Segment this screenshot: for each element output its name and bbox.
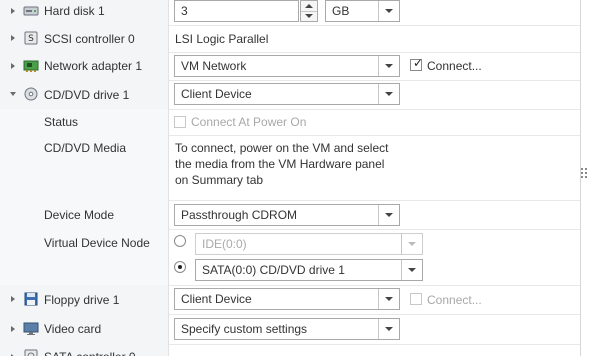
virtual-device-node-label: Virtual Device Node: [44, 236, 150, 250]
hard-disk-row: Hard disk 1 3 GB: [0, 0, 580, 26]
cd-dvd-media-row: CD/DVD Media To connect, power on the VM…: [0, 135, 580, 201]
device-mode-label: Device Mode: [44, 207, 115, 222]
floppy-drive-label: Floppy drive 1: [44, 292, 120, 307]
disk-size-stepper[interactable]: [300, 0, 318, 22]
sata-radio[interactable]: [174, 261, 186, 273]
network-select[interactable]: VM Network: [174, 55, 400, 77]
expand-arrow-icon[interactable]: [11, 8, 15, 14]
network-adapter-icon: [23, 60, 39, 72]
vm-hardware-settings-panel: Hard disk 1 3 GB S SCSI controller 0 LSI: [0, 0, 581, 356]
cd-dvd-select[interactable]: Client Device: [174, 83, 400, 105]
scsi-controller-value: LSI Logic Parallel: [175, 31, 269, 46]
device-mode-select[interactable]: Passthrough CDROM: [174, 204, 400, 226]
cd-dvd-row: CD/DVD drive 1 Client Device: [0, 80, 580, 110]
svg-text:S: S: [28, 34, 34, 44]
collapse-arrow-icon[interactable]: [10, 92, 16, 96]
scsi-controller-label: SCSI controller 0: [44, 31, 135, 46]
disk-unit-select[interactable]: GB: [325, 0, 400, 22]
video-card-row: Video card Specify custom settings: [0, 314, 580, 345]
ide-node-select[interactable]: IDE(0:0): [195, 233, 423, 255]
expand-arrow-icon[interactable]: [11, 35, 15, 41]
hard-disk-icon: [23, 6, 39, 16]
scsi-controller-icon: S: [24, 31, 38, 45]
chevron-down-icon[interactable]: [378, 319, 399, 339]
chevron-down-icon[interactable]: [378, 205, 399, 225]
network-connect-label: Connect...: [427, 59, 482, 73]
floppy-drive-row: Floppy drive 1 Client Device Connect...: [0, 285, 580, 315]
expand-arrow-icon[interactable]: [11, 326, 15, 332]
cd-dvd-media-label: CD/DVD Media: [44, 141, 127, 155]
disk-size-input[interactable]: 3: [174, 0, 299, 22]
sata-node-select[interactable]: SATA(0:0) CD/DVD drive 1: [195, 259, 423, 281]
status-row: Status Connect At Power On: [0, 109, 580, 136]
scsi-controller-row: S SCSI controller 0 LSI Logic Parallel: [0, 25, 580, 53]
cd-dvd-media-info: To connect, power on the VM and select t…: [175, 141, 389, 187]
video-card-label: Video card: [44, 322, 102, 336]
panel-resize-handle[interactable]: [581, 168, 589, 180]
virtual-device-node-row: Virtual Device Node IDE(0:0) SATA(0:0) C…: [0, 229, 580, 286]
status-label: Status: [44, 115, 79, 129]
expand-arrow-icon[interactable]: [11, 63, 15, 69]
connect-at-power-on-checkbox[interactable]: [174, 116, 186, 128]
device-mode-row: Device Mode Passthrough CDROM: [0, 200, 580, 230]
chevron-down-icon[interactable]: [378, 1, 399, 21]
sata-controller-label: SATA controller 0: [44, 342, 136, 356]
network-adapter-row: Network adapter 1 VM Network ✓ Connect..…: [0, 52, 580, 81]
floppy-drive-icon: [24, 292, 38, 306]
floppy-select[interactable]: Client Device: [174, 288, 400, 310]
floppy-connect-checkbox[interactable]: [410, 293, 422, 305]
chevron-down-icon[interactable]: [378, 56, 399, 76]
cd-dvd-icon: [24, 87, 38, 101]
cd-dvd-label: CD/DVD drive 1: [44, 87, 130, 102]
network-adapter-label: Network adapter 1: [44, 59, 143, 73]
sata-controller-row: SATA controller 0: [0, 344, 580, 356]
checkmark-icon: ✓: [413, 56, 424, 70]
video-card-icon: [23, 322, 39, 335]
chevron-down-icon[interactable]: [378, 289, 399, 309]
chevron-down-icon[interactable]: [401, 260, 422, 280]
ide-radio[interactable]: [174, 235, 186, 247]
connect-at-power-on-label: Connect At Power On: [191, 115, 307, 129]
sata-controller-icon: [24, 349, 38, 356]
hard-disk-label: Hard disk 1: [44, 4, 105, 18]
network-connect-checkbox[interactable]: ✓: [410, 56, 424, 71]
expand-arrow-icon[interactable]: [11, 296, 15, 302]
floppy-connect-label: Connect...: [427, 292, 482, 307]
chevron-down-icon[interactable]: [378, 84, 399, 104]
video-card-select[interactable]: Specify custom settings: [174, 318, 400, 340]
chevron-down-icon[interactable]: [401, 234, 422, 254]
decrement-icon[interactable]: [301, 11, 317, 21]
